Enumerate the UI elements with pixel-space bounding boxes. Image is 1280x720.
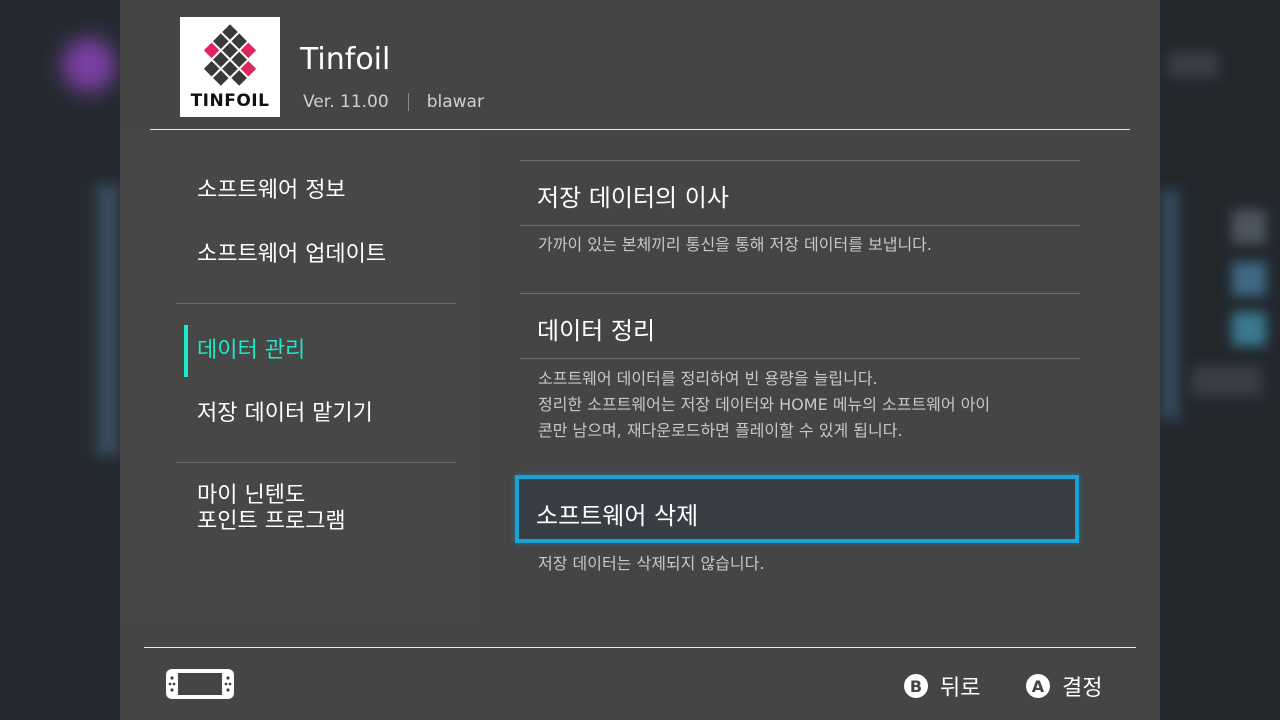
option-archive-software[interactable]: 데이터 정리 [537, 311, 655, 346]
description-line: 저장 데이터는 삭제되지 않습니다. [538, 554, 765, 573]
background-avatar-blur [62, 38, 116, 92]
option-transfer-save-data[interactable]: 저장 데이터의 이사 [537, 178, 729, 213]
a-button-icon: A [1026, 674, 1050, 698]
section-divider [520, 358, 1080, 359]
app-icon: TINFOIL [180, 17, 280, 117]
sidebar-divider [176, 303, 456, 304]
app-publisher: blawar [426, 92, 484, 112]
sidebar-item-software-update[interactable]: 소프트웨어 업데이트 [197, 242, 386, 268]
active-indicator [184, 325, 188, 377]
sidebar-item-my-nintendo[interactable]: 마이 닌텐도 포인트 프로그램 [197, 483, 346, 535]
console-handheld-icon [166, 669, 234, 699]
app-version: Ver. 11.00 [303, 92, 389, 112]
sidebar-item-save-data-cloud[interactable]: 저장 데이터 맡기기 [197, 401, 373, 427]
sidebar-item-label: 마이 닌텐도 [197, 483, 306, 508]
confirm-button[interactable]: A 결정 [1026, 670, 1102, 702]
option-description: 가까이 있는 본체끼리 통신을 통해 저장 데이터를 보냅니다. [538, 232, 1078, 258]
sidebar-item-software-info[interactable]: 소프트웨어 정보 [197, 178, 346, 204]
app-header: TINFOIL Tinfoil Ver. 11.00 blawar [120, 0, 1160, 130]
option-description: 소프트웨어 데이터를 정리하여 빈 용량을 늘립니다. 정리한 소프트웨어는 저… [538, 366, 1078, 444]
description-line: 정리한 소프트웨어는 저장 데이터와 HOME 메뉴의 소프트웨어 아이 [538, 395, 991, 414]
description-line: 소프트웨어 데이터를 정리하여 빈 용량을 늘립니다. [538, 369, 878, 388]
back-button[interactable]: B 뒤로 [904, 670, 980, 702]
section-divider [520, 160, 1080, 161]
meta-separator [407, 93, 409, 111]
background-icon-blur [1232, 262, 1266, 296]
section-divider [520, 293, 1080, 294]
app-meta: Ver. 11.00 blawar [303, 92, 484, 112]
software-info-panel: TINFOIL Tinfoil Ver. 11.00 blawar 소프트웨어 … [120, 0, 1160, 720]
sidebar-divider [176, 462, 456, 463]
background-card-blur [1160, 190, 1180, 420]
back-label: 뒤로 [940, 676, 981, 701]
option-delete-software[interactable]: 소프트웨어 삭제 [515, 475, 1079, 543]
background-icon-blur [1232, 312, 1266, 346]
confirm-label: 결정 [1062, 676, 1103, 701]
background-icon-blur [1232, 210, 1266, 244]
option-description: 저장 데이터는 삭제되지 않습니다. [538, 551, 1078, 577]
description-line: 가까이 있는 본체끼리 통신을 통해 저장 데이터를 보냅니다. [538, 235, 932, 254]
sidebar-item-data-management[interactable]: 데이터 관리 [197, 338, 305, 364]
option-title: 소프트웨어 삭제 [536, 502, 699, 530]
footer-divider [144, 647, 1136, 648]
background-card-blur [96, 185, 120, 455]
app-title: Tinfoil [300, 42, 391, 77]
section-divider [520, 225, 1080, 226]
background-text-blur [1192, 366, 1262, 396]
sidebar-item-label: 포인트 프로그램 [197, 509, 346, 534]
b-button-icon: B [904, 674, 928, 698]
logo-text: TINFOIL [190, 91, 270, 111]
description-line: 콘만 남으며, 재다운로드하면 플레이할 수 있게 됩니다. [538, 421, 903, 440]
background-text-blur [1168, 52, 1218, 78]
